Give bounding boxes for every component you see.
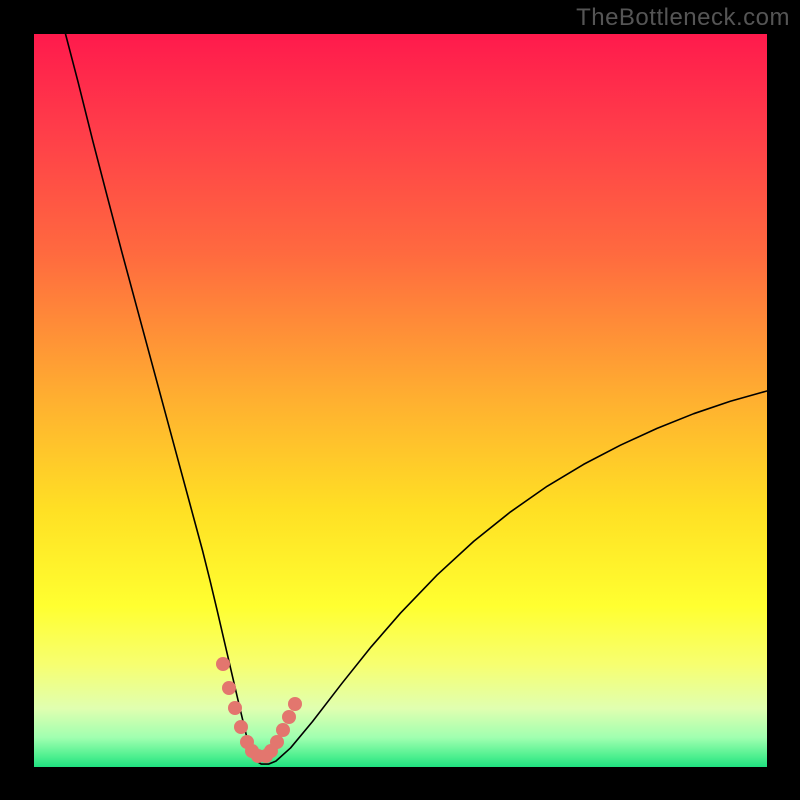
highlight-dot [216,657,230,671]
plot-area [34,34,767,767]
watermark-text: TheBottleneck.com [576,4,790,32]
highlight-dot [276,723,290,737]
highlight-dot [288,697,302,711]
highlight-dot [222,681,236,695]
highlight-dots [34,34,767,767]
chart-frame: TheBottleneck.com [0,0,800,800]
highlight-dot [228,701,242,715]
highlight-dot [282,710,296,724]
highlight-dot [234,720,248,734]
